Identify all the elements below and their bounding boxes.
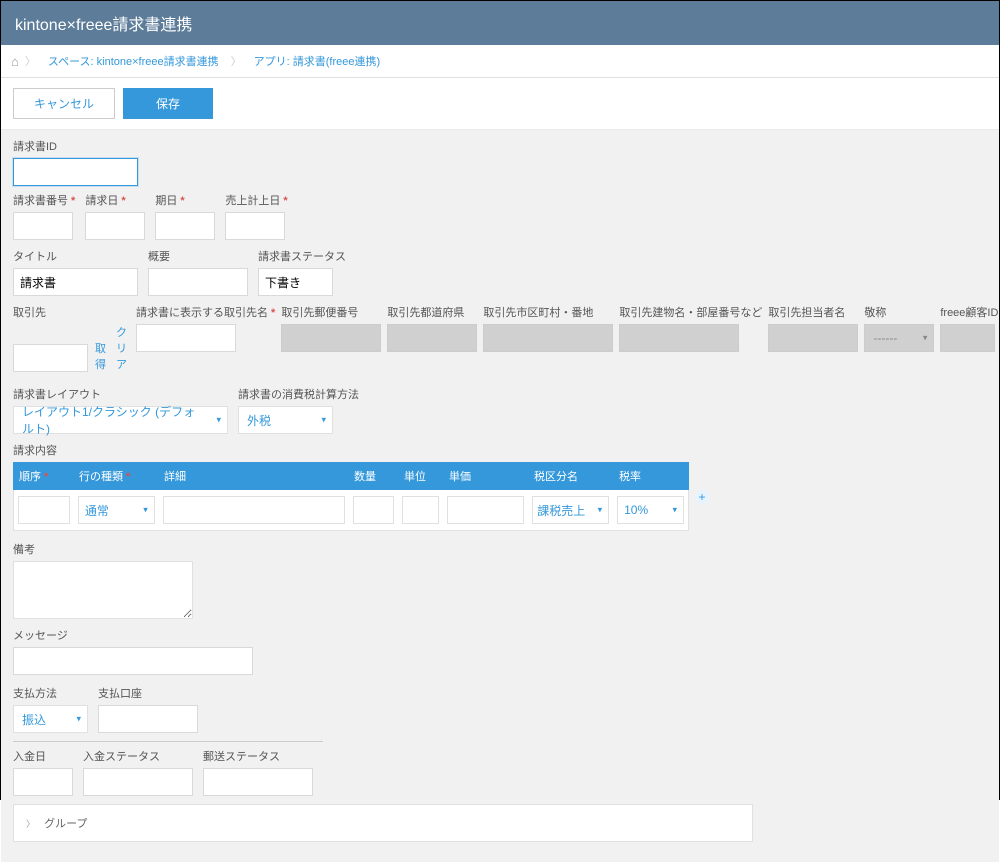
- add-row-button[interactable]: +: [695, 490, 709, 504]
- partner-building-label: 取引先建物名・部屋番号など: [619, 304, 762, 320]
- partner-label: 取引先: [13, 304, 130, 320]
- group-label: グループ: [44, 818, 87, 830]
- remarks-label: 備考: [13, 541, 987, 557]
- invoice-date-input[interactable]: [85, 212, 145, 240]
- partner-input[interactable]: [13, 344, 88, 372]
- payment-date-input[interactable]: [13, 768, 73, 796]
- lookup-button[interactable]: 取得: [95, 340, 106, 372]
- chevron-down-icon: ▾: [216, 415, 221, 426]
- partner-city-label: 取引先市区町村・番地: [483, 304, 613, 320]
- payment-method-label: 支払方法: [13, 685, 88, 701]
- outline-input[interactable]: [148, 268, 248, 296]
- qty-input[interactable]: [353, 496, 395, 524]
- chevron-right-icon: 〉: [26, 819, 35, 829]
- title-label: タイトル: [13, 248, 138, 264]
- taxrate-select[interactable]: 10%▾: [617, 496, 684, 524]
- invoice-number-input[interactable]: [13, 212, 73, 240]
- layout-label: 請求書レイアウト: [13, 386, 228, 402]
- payment-date-label: 入金日: [13, 748, 73, 764]
- tax-calc-label: 請求書の消費税計算方法: [238, 386, 359, 402]
- invoice-id-label: 請求書ID: [13, 138, 987, 154]
- payment-status-label: 入金ステータス: [83, 748, 193, 764]
- send-status-input[interactable]: [203, 768, 313, 796]
- actions-bar: キャンセル 保存: [1, 78, 999, 130]
- chevron-right-icon: 〉: [231, 53, 242, 69]
- chevron-down-icon: ▾: [76, 714, 81, 725]
- invoice-lines-title: 請求内容: [13, 442, 987, 458]
- chevron-down-icon: ▾: [321, 415, 326, 426]
- partner-display-input[interactable]: [136, 324, 236, 352]
- app-title: kintone×freee請求書連携: [15, 17, 192, 34]
- partner-pref-label: 取引先都道府県: [387, 304, 477, 320]
- partner-building-input: [619, 324, 739, 352]
- group-toggle[interactable]: 〉 グループ: [13, 804, 753, 842]
- partner-postal-label: 取引先郵便番号: [281, 304, 381, 320]
- price-input[interactable]: [447, 496, 524, 524]
- sales-date-label: 売上計上日: [225, 192, 287, 208]
- due-date-label: 期日: [155, 192, 215, 208]
- clear-button[interactable]: クリア: [116, 324, 127, 372]
- invoice-id-input[interactable]: [13, 158, 138, 186]
- status-input[interactable]: [258, 268, 333, 296]
- save-button[interactable]: 保存: [123, 88, 213, 119]
- taxname-select[interactable]: 課税売上▾: [532, 496, 609, 524]
- honorific-label: 敬称: [864, 304, 934, 320]
- status-label: 請求書ステータス: [258, 248, 346, 264]
- divider: [13, 741, 323, 742]
- partner-city-input: [483, 324, 613, 352]
- breadcrumb-space[interactable]: スペース: kintone×freee請求書連携: [38, 51, 229, 71]
- partner-postal-input: [281, 324, 381, 352]
- send-status-label: 郵送ステータス: [203, 748, 313, 764]
- message-label: メッセージ: [13, 627, 987, 643]
- partner-display-label: 請求書に表示する取引先名: [136, 304, 275, 320]
- partner-pref-input: [387, 324, 477, 352]
- message-input[interactable]: [13, 647, 253, 675]
- order-input[interactable]: [18, 496, 70, 524]
- sales-date-input[interactable]: [225, 212, 285, 240]
- chevron-down-icon: ▾: [598, 505, 603, 516]
- layout-select[interactable]: レイアウト1/クラシック (デフォルト) ▾: [13, 406, 228, 434]
- breadcrumb: ⌂ 〉 スペース: kintone×freee請求書連携 〉 アプリ: 請求書(…: [1, 45, 999, 78]
- chevron-down-icon: ▾: [672, 505, 677, 516]
- partner-contact-label: 取引先担当者名: [768, 304, 858, 320]
- payment-status-input[interactable]: [83, 768, 193, 796]
- outline-label: 概要: [148, 248, 248, 264]
- cancel-button[interactable]: キャンセル: [13, 88, 115, 119]
- table-row: 通常▾ 課税売上▾ 10%▾: [13, 490, 689, 531]
- payment-method-select[interactable]: 振込▾: [13, 705, 88, 733]
- honorific-select[interactable]: ------ ▾: [864, 324, 934, 352]
- unit-input[interactable]: [402, 496, 439, 524]
- partner-contact-input: [768, 324, 858, 352]
- invoice-date-label: 請求日: [85, 192, 145, 208]
- app-header: kintone×freee請求書連携: [1, 1, 999, 45]
- invoice-number-label: 請求書番号: [13, 192, 75, 208]
- detail-input[interactable]: [163, 496, 345, 524]
- breadcrumb-app[interactable]: アプリ: 請求書(freee連携): [244, 51, 391, 71]
- home-icon[interactable]: ⌂: [11, 54, 19, 69]
- due-date-input[interactable]: [155, 212, 215, 240]
- freee-customer-id-label: freee顧客ID: [940, 304, 998, 320]
- chevron-right-icon: 〉: [25, 53, 36, 69]
- title-input[interactable]: [13, 268, 138, 296]
- row-type-select[interactable]: 通常▾: [78, 496, 155, 524]
- freee-customer-id-input: [940, 324, 995, 352]
- tax-calc-select[interactable]: 外税 ▾: [238, 406, 333, 434]
- table-header: 順序 行の種類 詳細 数量 単位 単価 税区分名 税率: [13, 462, 689, 490]
- payment-account-input[interactable]: [98, 705, 198, 733]
- form-area: 請求書ID 請求書番号 請求日 期日 売上計上日 タイトル 概要: [1, 130, 999, 862]
- payment-account-label: 支払口座: [98, 685, 198, 701]
- chevron-down-icon: ▾: [923, 333, 928, 344]
- chevron-down-icon: ▾: [143, 505, 148, 516]
- remarks-textarea[interactable]: [13, 561, 193, 619]
